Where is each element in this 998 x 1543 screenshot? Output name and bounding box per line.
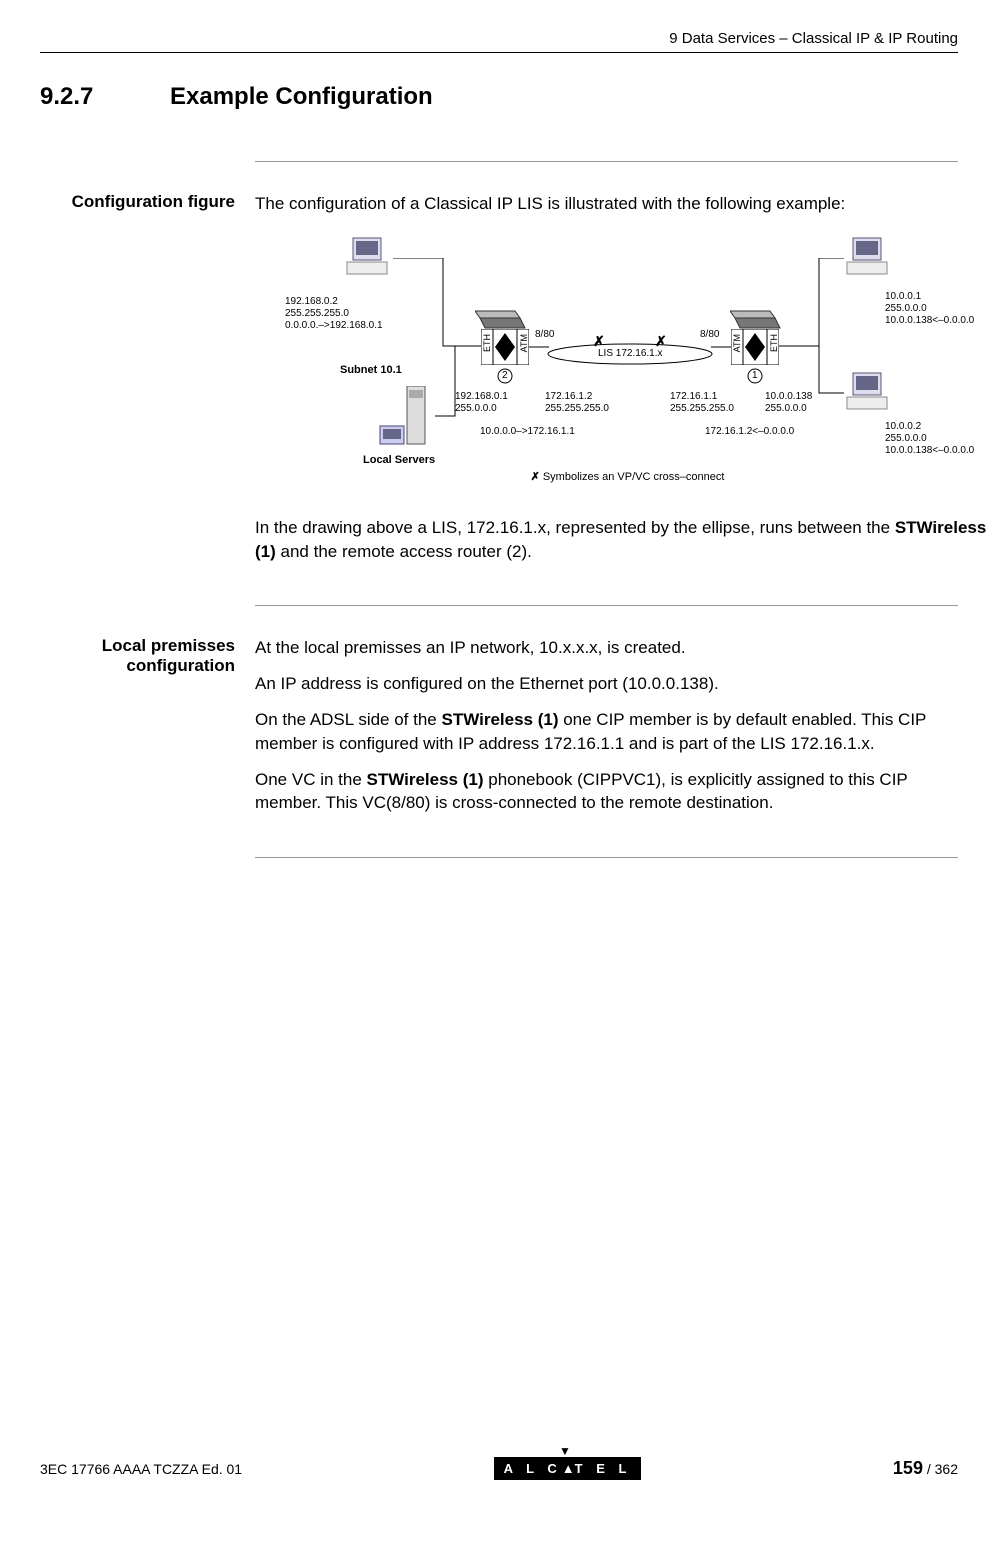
config-desc: In the drawing above a LIS, 172.16.1.x, … <box>255 516 998 564</box>
local-premisses-content: At the local premisses an IP network, 10… <box>255 636 958 827</box>
config-figure-content: The configuration of a Classical IP LIS … <box>255 192 998 575</box>
local-servers-label: Local Servers <box>363 454 435 467</box>
lp-p4: One VC in the STWireless (1) phonebook (… <box>255 768 958 816</box>
router2-eth-ip: 192.168.0.1 255.0.0.0 <box>455 391 508 415</box>
lp-p3: On the ADSL side of the STWireless (1) o… <box>255 708 958 756</box>
desc-part-c: and the remote access router (2). <box>276 542 532 561</box>
config-figure-label: Configuration figure <box>40 192 255 575</box>
config-intro: The configuration of a Classical IP LIS … <box>255 192 998 216</box>
router1-route: 172.16.1.2<–0.0.0.0 <box>705 426 794 438</box>
pc-left-ip: 192.168.0.2 255.255.255.0 0.0.0.0.–>192.… <box>285 296 383 332</box>
local-premisses-label: Local premisses configuration <box>40 636 255 827</box>
badge-2-text: 2 <box>502 370 508 382</box>
section-number: 9.2.7 <box>40 83 170 111</box>
chapter-header: 9 Data Services – Classical IP & IP Rout… <box>40 30 958 47</box>
link-r2-lis <box>529 346 549 348</box>
section-heading: 9.2.7Example Configuration <box>40 83 958 111</box>
lis-label: LIS 172.16.1.x <box>598 348 663 360</box>
pc-right2-ip: 10.0.0.2 255.0.0.0 10.0.0.138<–0.0.0.0 <box>885 421 974 457</box>
cross-right: ✗ <box>655 333 667 350</box>
router2-atm-label: ATM <box>518 334 531 352</box>
router2-atm-ip: 172.16.1.2 255.255.255.0 <box>545 391 609 415</box>
local-premisses-block: Local premisses configuration At the loc… <box>40 636 958 827</box>
symbolize-text: Symbolizes an VP/VC cross–connect <box>543 471 725 483</box>
lp-p4a: One VC in the <box>255 770 367 789</box>
server-icon <box>375 386 435 451</box>
section-title: Example Configuration <box>170 83 433 110</box>
lp-p3b: STWireless (1) <box>442 710 559 729</box>
lp-p3a: On the ADSL side of the <box>255 710 442 729</box>
router2-route: 10.0.0.0–>172.16.1.1 <box>480 426 575 438</box>
network-diagram: 192.168.0.2 255.255.255.0 0.0.0.0.–>192.… <box>285 236 998 496</box>
page-footer: 3EC 17766 AAAA TCZZA Ed. 01 A L C▲T E L … <box>40 1457 958 1480</box>
page-number: 159 / 362 <box>893 1458 958 1479</box>
page-sep: / <box>923 1461 935 1477</box>
pc-left-icon <box>345 236 395 281</box>
pc-right1-icon <box>845 236 895 281</box>
router1-atm-ip: 172.16.1.1 255.255.255.0 <box>670 391 734 415</box>
link-r1-lis <box>711 346 731 348</box>
header-rule <box>40 52 958 53</box>
config-figure-block: Configuration figure The configuration o… <box>40 192 958 575</box>
section-divider-2 <box>255 605 958 606</box>
router2-eth-label: ETH <box>481 334 494 352</box>
link-r1-pcs <box>779 258 849 398</box>
page-total: 362 <box>935 1461 958 1477</box>
lp-p1: At the local premisses an IP network, 10… <box>255 636 958 660</box>
section-divider-3 <box>255 857 958 858</box>
doc-reference: 3EC 17766 AAAA TCZZA Ed. 01 <box>40 1461 242 1477</box>
cross-icon: ✗ <box>531 471 540 483</box>
cross-left: ✗ <box>593 333 605 350</box>
section-divider <box>255 161 958 162</box>
desc-part-a: In the drawing above a LIS, 172.16.1.x, … <box>255 518 895 537</box>
link-pc-left <box>393 258 483 348</box>
pc-right2-icon <box>845 371 895 416</box>
subnet-label: Subnet 10.1 <box>340 364 402 377</box>
badge-1-text: 1 <box>752 370 758 382</box>
lp-p4b: STWireless (1) <box>367 770 484 789</box>
page-current: 159 <box>893 1458 923 1478</box>
pc-right1-ip: 10.0.0.1 255.0.0.0 10.0.0.138<–0.0.0.0 <box>885 291 974 327</box>
lp-p2: An IP address is configured on the Ether… <box>255 672 958 696</box>
router1-atm-label: ATM <box>731 334 744 352</box>
symbolize-legend: ✗ Symbolizes an VP/VC cross–connect <box>500 458 724 498</box>
alcatel-logo: A L C▲T E L <box>494 1457 642 1480</box>
